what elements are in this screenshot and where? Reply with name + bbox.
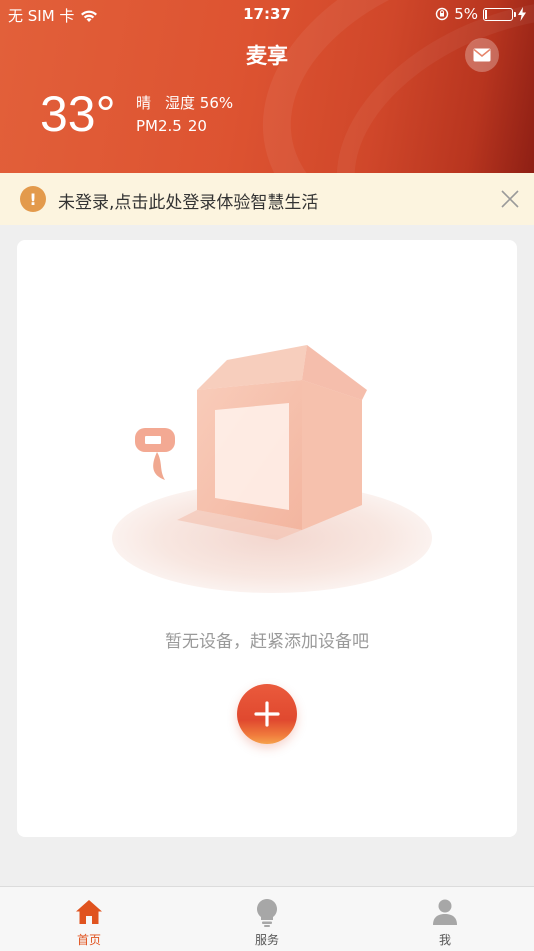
air-quality-row: PM2.5 20 (136, 117, 207, 135)
tab-service-label: 服务 (254, 933, 279, 947)
pm-label: PM2.5 (136, 117, 182, 135)
charging-icon (518, 7, 526, 21)
header: 无 SIM 卡 17:37 5% 麦享 33° 晴 湿度 56% PM2.5 2… (0, 0, 534, 173)
battery-icon (483, 7, 516, 21)
exclamation-icon: ! (20, 186, 46, 212)
pm-value: 20 (187, 117, 207, 135)
plus-icon (254, 701, 280, 727)
weather-condition-row: 晴 湿度 56% (136, 92, 233, 113)
lightbulb-icon (257, 899, 277, 927)
status-right: 5% (435, 5, 526, 23)
orientation-lock-icon (436, 7, 449, 21)
empty-box-illustration (112, 345, 432, 593)
tab-me[interactable]: 我 (356, 887, 534, 951)
tab-home-label: 首页 (76, 933, 101, 947)
device-card: 暂无设备，赶紧添加设备吧 (17, 240, 517, 837)
tab-bar: 首页 服务 我 (0, 886, 534, 951)
empty-state-message: 暂无设备，赶紧添加设备吧 (165, 632, 369, 652)
status-bar: 无 SIM 卡 17:37 5% (0, 0, 534, 28)
humidity: 湿度 56% (165, 94, 234, 112)
tab-service[interactable]: 服务 (178, 887, 356, 951)
user-icon (433, 899, 457, 925)
app-title: 麦享 (246, 44, 288, 68)
battery-percent: 5% (454, 5, 478, 23)
envelope-icon (473, 48, 491, 62)
home-icon (76, 900, 102, 924)
message-button[interactable] (465, 38, 499, 72)
login-notice[interactable]: ! 未登录,点击此处登录体验智慧生活 (0, 173, 534, 225)
login-notice-text[interactable]: 未登录,点击此处登录体验智慧生活 (58, 188, 318, 213)
tab-home[interactable]: 首页 (0, 887, 178, 951)
temperature: 33° (40, 86, 116, 142)
add-device-button[interactable] (237, 684, 297, 744)
tab-me-label: 我 (438, 933, 451, 947)
weather-condition: 晴 (136, 94, 152, 112)
close-icon[interactable] (500, 189, 520, 209)
